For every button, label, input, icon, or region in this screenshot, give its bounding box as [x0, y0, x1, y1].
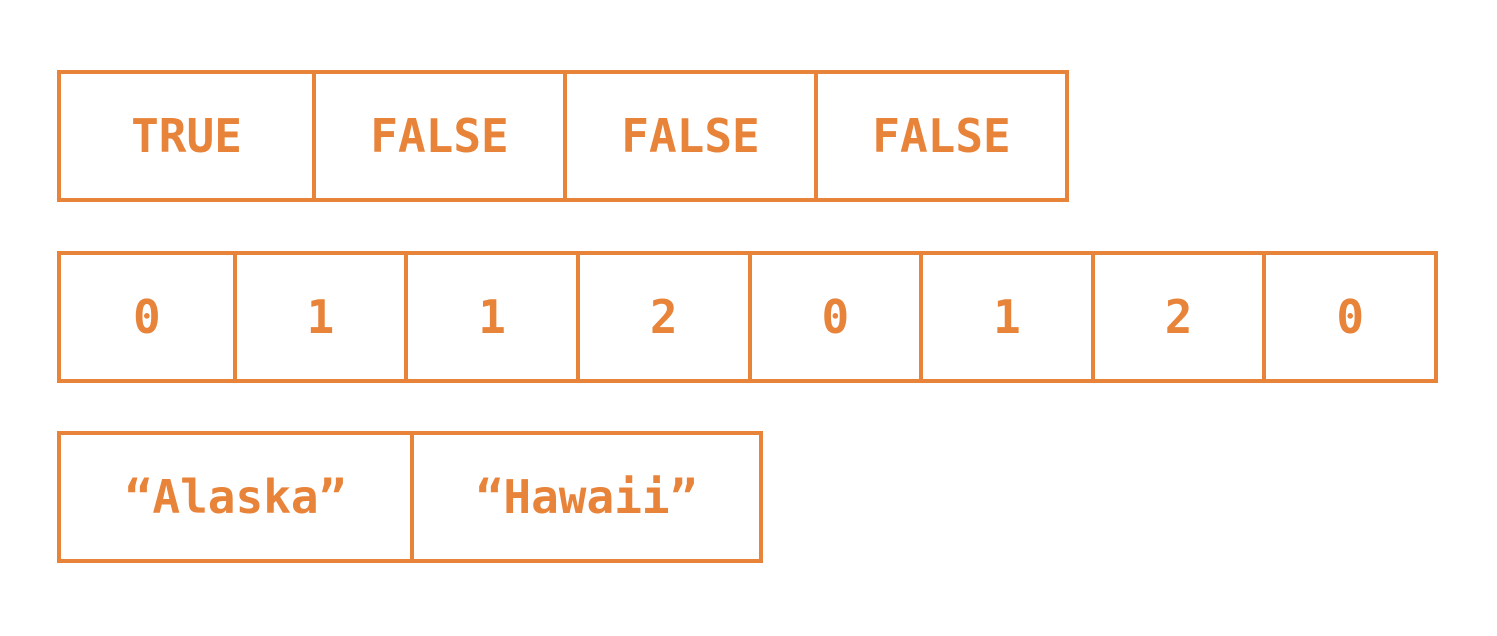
vector-cell: 0: [1262, 255, 1434, 379]
vector-cell: 1: [919, 255, 1091, 379]
vector-cell: 2: [1090, 255, 1263, 379]
vector-cell: “Alaska”: [124, 470, 347, 524]
vector-cell: FALSE: [563, 74, 814, 198]
vector-cell: 0: [747, 255, 920, 379]
vector-cell: FALSE: [814, 74, 1065, 198]
integer-vector: 0 1 1 2 0 1 2 0: [57, 251, 1438, 383]
vector-cell: FALSE: [312, 74, 563, 198]
vector-cell: 1: [404, 255, 576, 379]
logical-vector: TRUE FALSE FALSE FALSE: [57, 70, 1069, 202]
vector-cell: TRUE: [131, 109, 242, 163]
vector-cell: 0: [132, 290, 161, 344]
vector-cell: 1: [232, 255, 405, 379]
character-vector: “Alaska” “Hawaii”: [57, 431, 763, 563]
vector-cell: 2: [575, 255, 748, 379]
vector-cell: “Hawaii”: [410, 435, 759, 559]
